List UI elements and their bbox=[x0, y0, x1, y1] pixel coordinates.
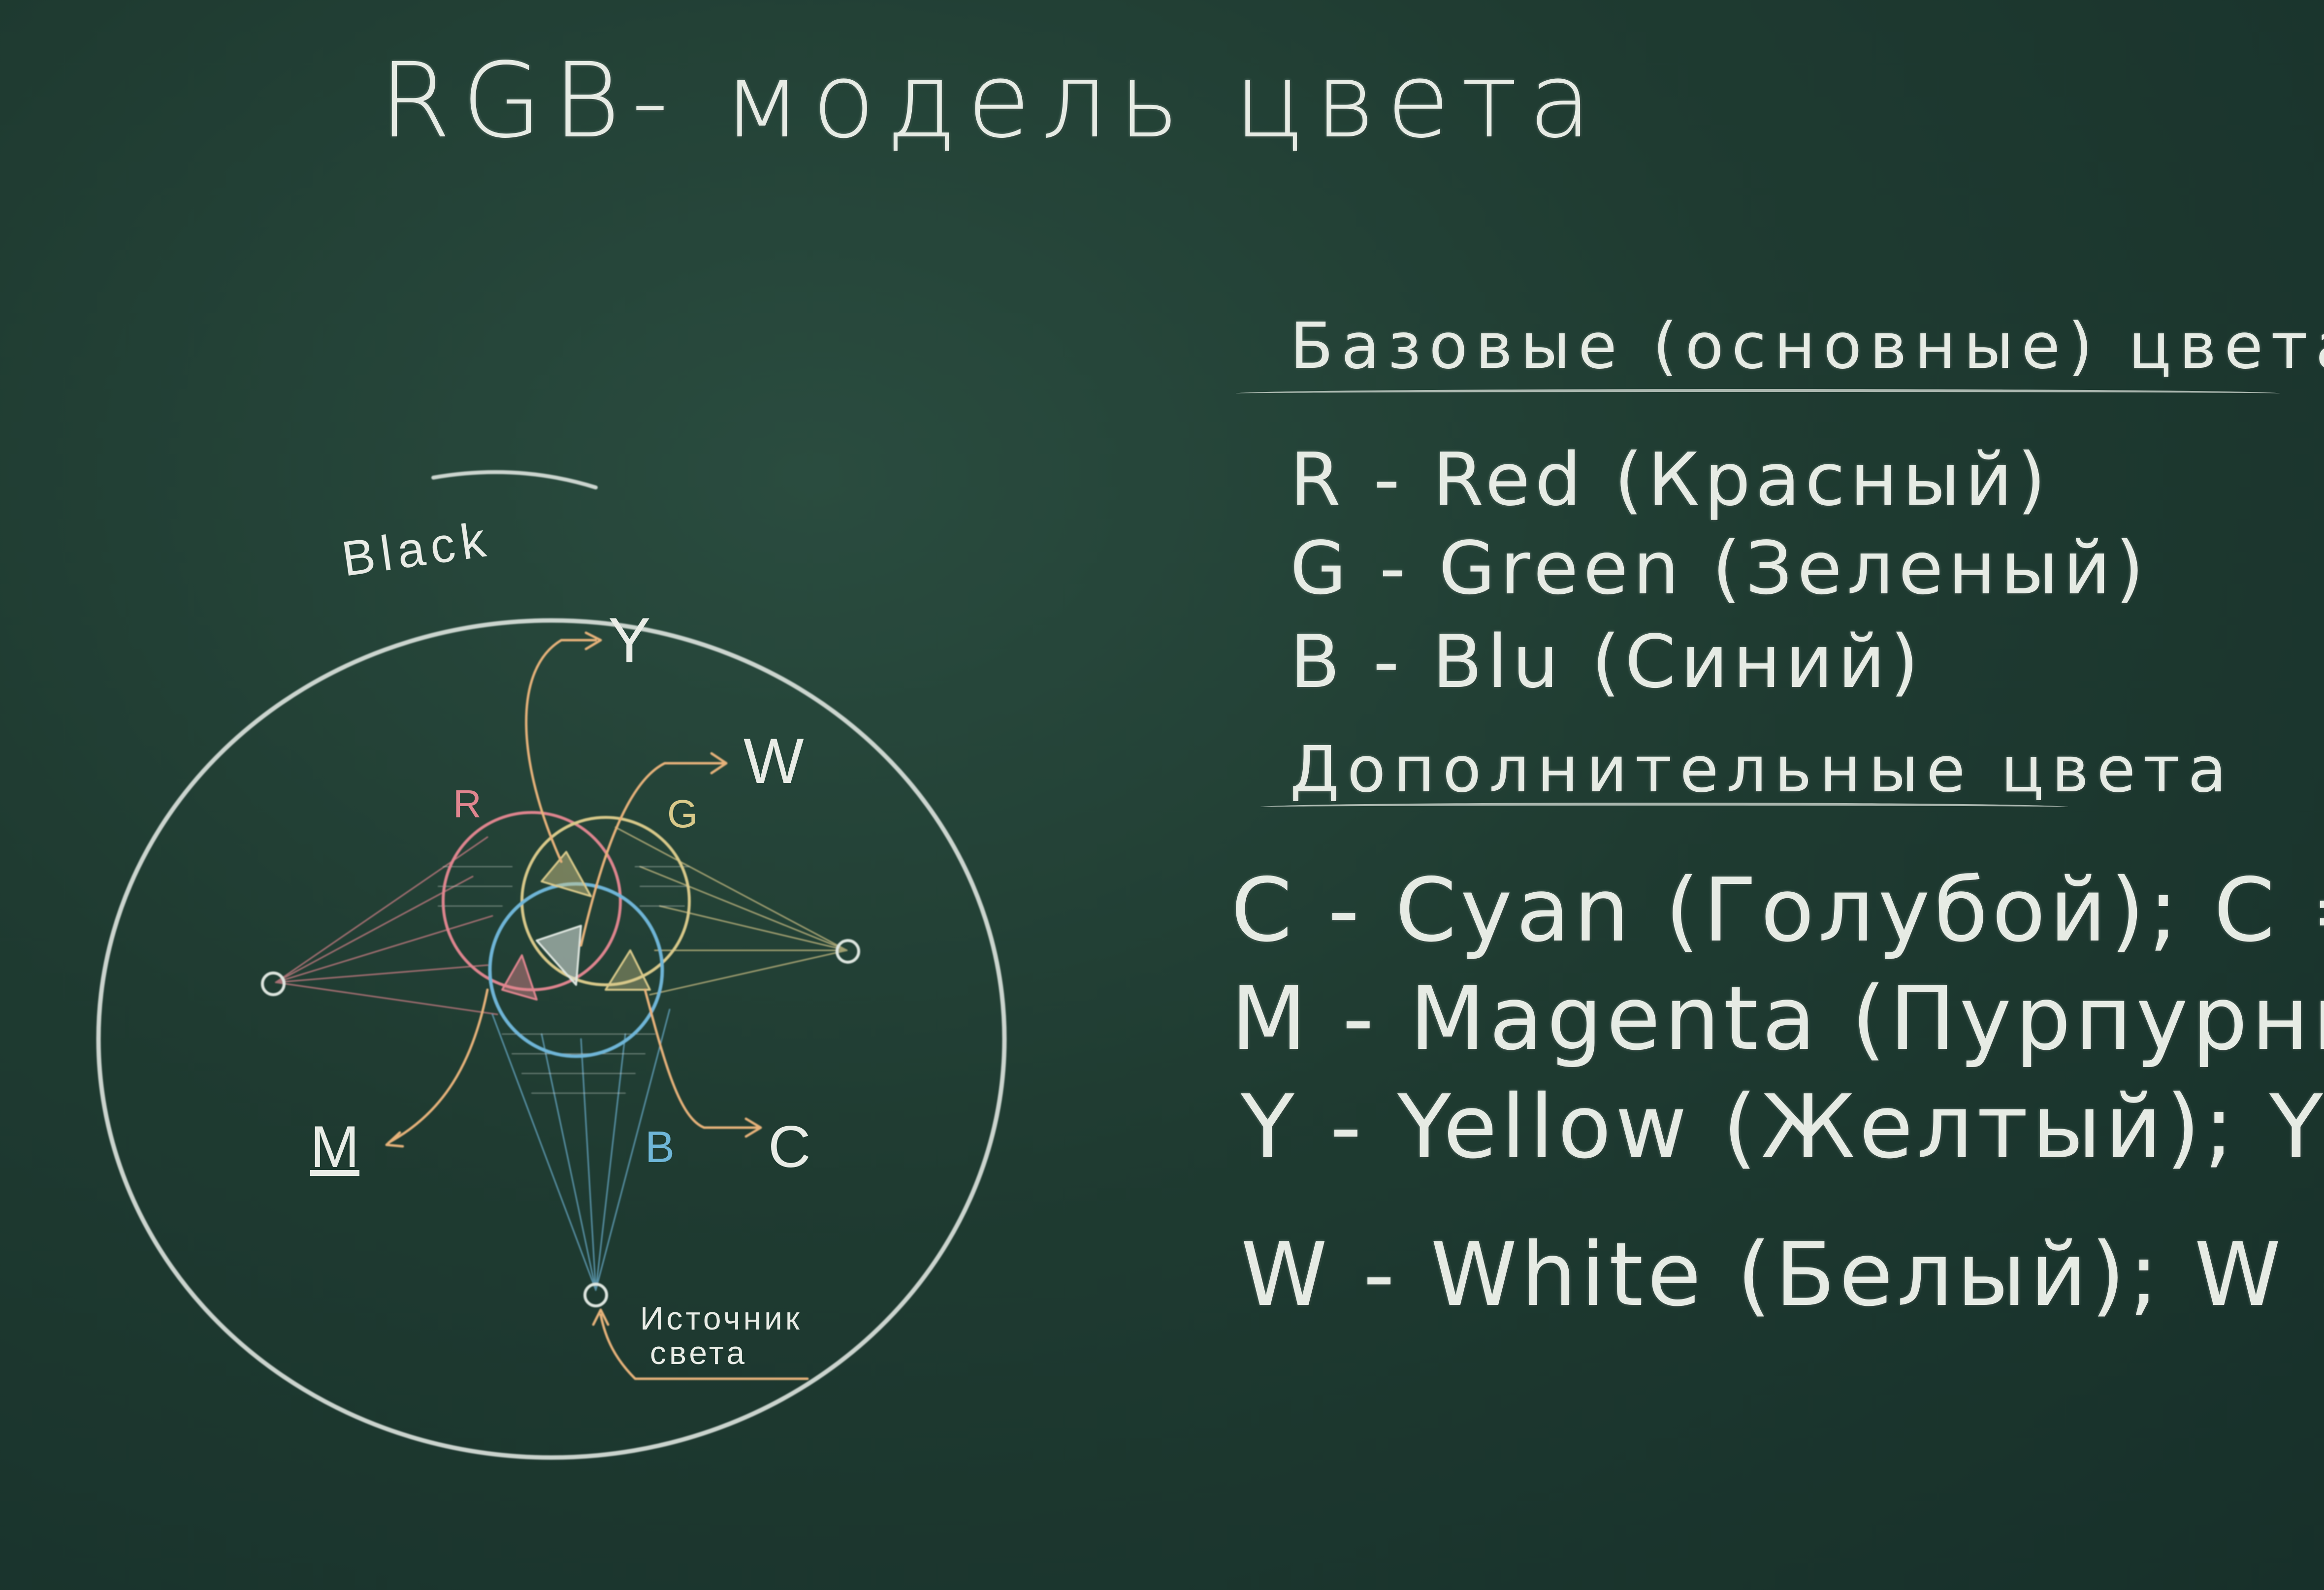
base-colors-heading: Базовые (основные) цвета bbox=[1290, 310, 2324, 383]
chalkboard: RGB- модель цвета Базовые (основные) цве… bbox=[0, 0, 2324, 1590]
beams bbox=[275, 826, 848, 1291]
arrow-to-c bbox=[644, 988, 760, 1129]
outer-circle-top-stroke bbox=[431, 470, 598, 489]
overlap-magenta bbox=[501, 954, 538, 1001]
label-source-line1: Источник bbox=[640, 1300, 803, 1336]
label-y: Y bbox=[608, 604, 651, 676]
extra-heading-underline bbox=[1260, 803, 2068, 811]
extra-color-yellow: Y - Yellow (Желтый); Y = R + G bbox=[1241, 1076, 2324, 1178]
green-circle bbox=[520, 816, 691, 986]
outer-circle bbox=[96, 618, 1007, 1460]
rgb-light-diagram: Black Y W R G B M C Источник света bbox=[96, 470, 1007, 1460]
extra-color-magenta: M - Magenta (Пурпурный); M = R + B bbox=[1231, 968, 2324, 1070]
overlap-cyan bbox=[605, 949, 651, 991]
label-source-line2: света bbox=[650, 1334, 747, 1371]
label-black: Black bbox=[338, 511, 494, 586]
label-w: W bbox=[743, 725, 804, 797]
heading-underline bbox=[1236, 389, 2280, 398]
label-b: B bbox=[645, 1123, 675, 1172]
extra-color-white: W - White (Белый); W = R + G + B bbox=[1241, 1224, 2324, 1326]
base-color-blue: B - Blu (Синий) bbox=[1290, 619, 1924, 704]
arrow-to-y bbox=[525, 639, 597, 863]
label-g: G bbox=[667, 792, 698, 836]
arrow-to-m bbox=[387, 988, 489, 1144]
arrow-to-w bbox=[580, 762, 725, 947]
label-c: C bbox=[768, 1114, 811, 1180]
extra-color-cyan: C - Cyan (Голубой); C = G + B bbox=[1231, 859, 2324, 961]
base-color-green: G - Green (Зеленый) bbox=[1290, 526, 2149, 611]
extra-colors-heading: Дополнительные цвета bbox=[1290, 733, 2235, 807]
label-r: R bbox=[453, 782, 482, 826]
label-m: M bbox=[310, 1114, 359, 1180]
red-circle bbox=[442, 811, 622, 991]
base-color-red: R - Red (Красный) bbox=[1290, 437, 2051, 522]
